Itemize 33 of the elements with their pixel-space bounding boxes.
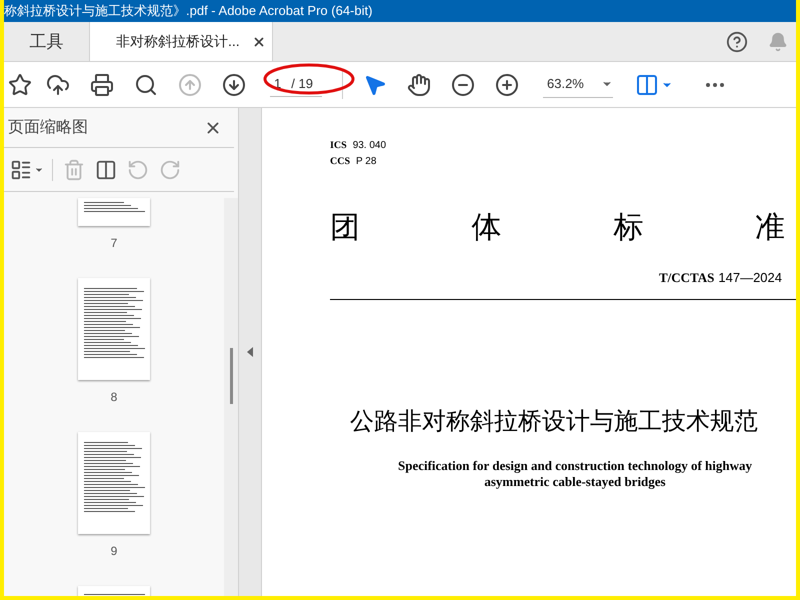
code-value: P 28 [356,155,376,169]
panel-title: 页面缩略图 [8,118,88,138]
options-button[interactable] [10,158,53,180]
window-title: 称斜拉桥设计与施工技术规范》.pdf - Adobe Acrobat Pro (64-bit) [4,2,372,20]
heading-character: 体 [472,210,502,246]
page-count: / 19 [291,75,313,94]
code-value: 93. 040 [352,139,386,153]
page-thumbnail[interactable] [78,278,150,380]
page-thumbnail[interactable] [78,432,150,534]
code-label: ICS [330,139,347,153]
document-subtitle: asymmetric cable-stayed bridges [484,474,666,490]
zoom-dropdown[interactable]: 63.2% [543,72,613,98]
page-label: 8 [110,389,118,406]
standard-code: T/CCTAS [658,269,714,287]
fit-page-button[interactable] [635,72,673,96]
heading-character: 准 [754,210,785,246]
collapse-arrow-icon[interactable] [247,347,253,357]
page-label: 9 [110,543,118,560]
document-subtitle: Specification for design and construction technology of highway [398,458,752,474]
page-label: 7 [110,235,118,252]
document-tab[interactable]: 非对称斜拉桥设计... [89,22,273,61]
zoom-out-icon[interactable] [451,72,475,96]
close-icon[interactable] [252,34,266,48]
help-icon[interactable] [726,30,748,52]
page-thumbnail[interactable] [78,198,150,226]
scrollbar[interactable] [224,198,238,596]
heading-character: 标 [613,210,644,246]
code-label: CCS [330,155,350,169]
standard-number: 147—2024 [718,269,782,287]
document-title: 公路非对称斜拉桥设计与施工技术规范 [350,406,759,436]
zoom-in-icon[interactable] [495,72,519,96]
heading-character: 团 [330,210,360,246]
list-icon [10,158,32,180]
